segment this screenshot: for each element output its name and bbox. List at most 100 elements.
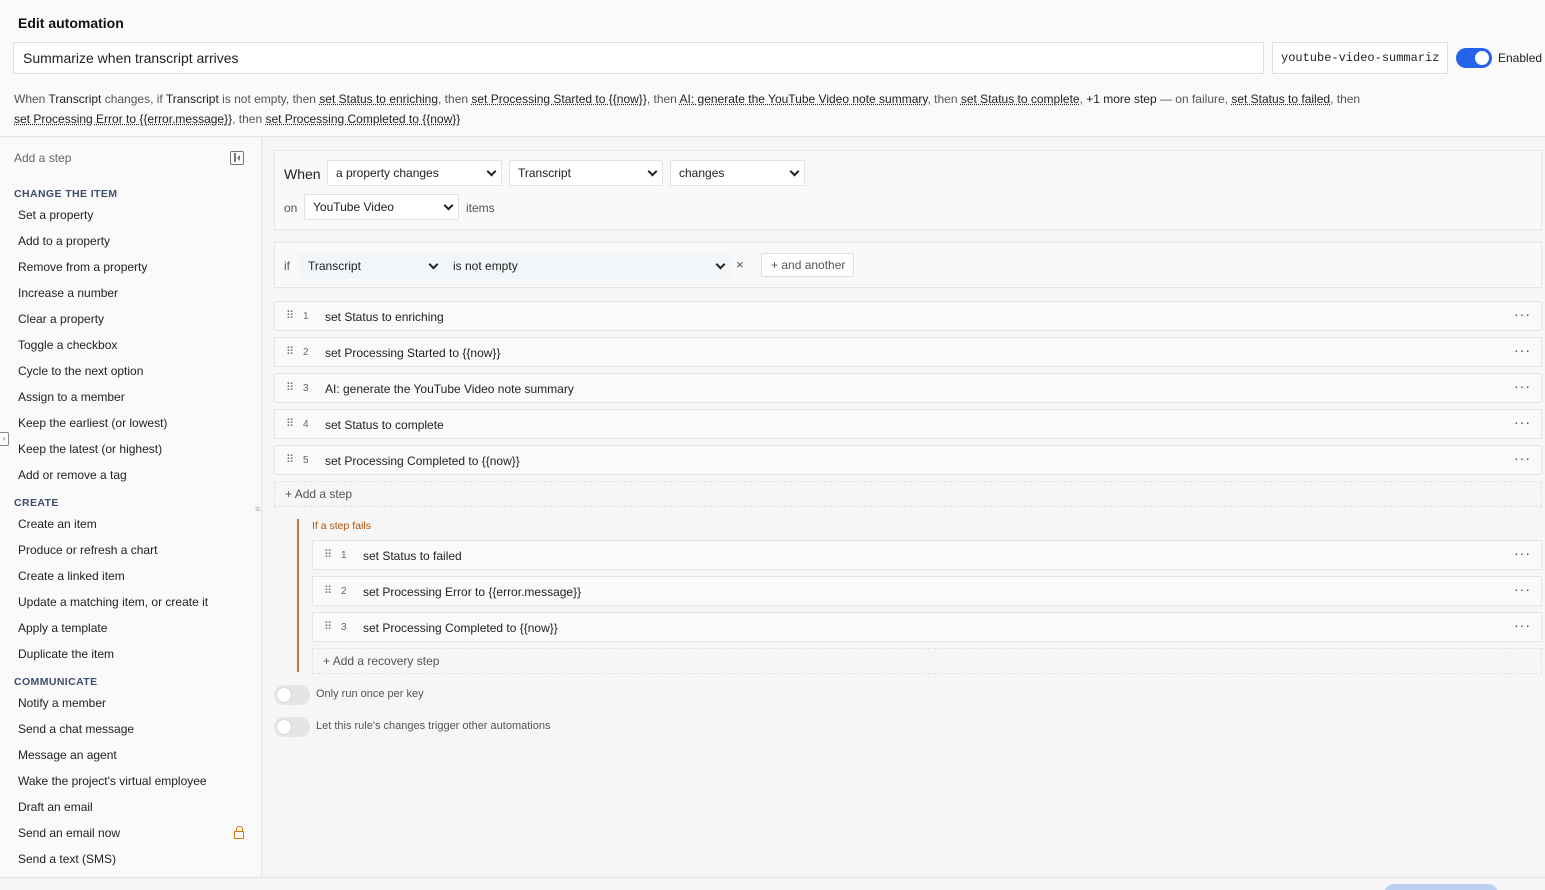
header: Edit automation Summarize when transcrip… (0, 0, 1545, 137)
summary-failure-link[interactable]: set Status to failed (1231, 92, 1330, 106)
summary-failure-link[interactable]: set Processing Completed to {{now}} (265, 112, 460, 126)
run-once-toggle[interactable] (274, 685, 310, 705)
palette-item[interactable]: Send an email now (18, 826, 120, 840)
step-text: AI: generate the YouTube Video note summ… (325, 382, 574, 396)
summary-failure-link[interactable]: set Processing Error to {{error.message}… (14, 112, 232, 126)
palette-item[interactable]: Duplicate the item (18, 647, 114, 661)
step-text: set Processing Completed to {{now}} (363, 621, 558, 635)
more-options-icon[interactable]: ··· (1514, 378, 1531, 394)
drag-handle-icon[interactable]: ⠿ (286, 454, 294, 466)
palette-item[interactable]: Clear a property (18, 312, 104, 326)
palette-item[interactable]: Apply a template (18, 621, 107, 635)
more-options-icon[interactable]: ··· (1514, 414, 1531, 430)
collection-select[interactable]: YouTube Video (304, 194, 459, 220)
palette-item[interactable]: Update a matching item, or create it (18, 595, 208, 609)
drag-handle-icon[interactable]: ⠿ (286, 346, 294, 358)
section-heading-change: CHANGE THE ITEM (14, 188, 118, 200)
automation-name-input[interactable]: Summarize when transcript arrives (13, 42, 1264, 74)
failure-branch-line (297, 519, 299, 672)
recovery-step-row[interactable]: ⠿ 2 set Processing Error to {{error.messag… (312, 576, 1542, 606)
step-number: 5 (303, 455, 309, 466)
add-step-label: Add a step (294, 487, 353, 501)
plus-icon: + (285, 487, 293, 501)
more-options-icon[interactable]: ··· (1514, 581, 1531, 597)
palette-item[interactable]: Cycle to the next option (18, 364, 143, 378)
add-step-button[interactable]: + Add a step (274, 481, 1542, 507)
automation-key-input[interactable]: youtube-video-summariz (1272, 42, 1448, 74)
palette-item[interactable]: Add to a property (18, 234, 110, 248)
drag-handle-icon[interactable]: ⠿ (324, 549, 332, 561)
palette-item[interactable]: Notify a member (18, 696, 106, 710)
trigger-section: When a property changes Transcript chang… (274, 150, 1542, 230)
chevron-down-icon (647, 166, 658, 177)
palette-item[interactable]: Create an item (18, 517, 97, 531)
add-condition-button[interactable]: + and another (761, 253, 855, 277)
chevron-down-icon (715, 259, 726, 270)
palette-item[interactable]: Draft an email (18, 800, 93, 814)
drag-handle-icon[interactable]: ⠿ (324, 585, 332, 597)
add-recovery-step-button[interactable]: + Add a recovery step (312, 648, 1542, 674)
trigger-others-label: Let this rule's changes trigger other au… (316, 720, 551, 732)
trigger-property-select[interactable]: Transcript (509, 160, 663, 186)
palette-item[interactable]: Assign to a member (18, 390, 125, 404)
step-row[interactable]: ⠿ 4 set Status to complete ··· (274, 409, 1542, 439)
run-once-label: Only run once per key (316, 688, 424, 700)
more-options-icon[interactable]: ··· (1514, 617, 1531, 633)
if-label: if (284, 259, 290, 273)
step-row[interactable]: ⠿ 5 set Processing Completed to {{now}} ··· (274, 445, 1542, 475)
step-row[interactable]: ⠿ 2 set Processing Started to {{now}} ··· (274, 337, 1542, 367)
step-number: 1 (303, 311, 309, 322)
enabled-toggle[interactable] (1456, 48, 1492, 68)
summary-step-link[interactable]: set Status to complete (961, 92, 1080, 106)
toggle-knob (277, 688, 291, 702)
summary-step-link[interactable]: AI: generate the YouTube Video note summ… (680, 92, 928, 106)
palette-item[interactable]: Produce or refresh a chart (18, 543, 157, 557)
palette-item[interactable]: Keep the latest (or highest) (18, 442, 162, 456)
trigger-event-select[interactable]: a property changes (327, 160, 502, 186)
condition-operator-select[interactable]: is not empty (444, 253, 731, 279)
palette-item[interactable]: Set a property (18, 208, 93, 222)
expand-panel-icon[interactable]: › (0, 432, 9, 446)
resize-handle-icon[interactable]: ≡ (255, 504, 260, 514)
more-options-icon[interactable]: ··· (1514, 342, 1531, 358)
palette-item[interactable]: Add or remove a tag (18, 468, 127, 482)
drag-handle-icon[interactable]: ⠿ (324, 621, 332, 633)
step-number: 3 (303, 383, 309, 394)
palette-item[interactable]: Message an agent (18, 748, 117, 762)
palette-item[interactable]: Create a linked item (18, 569, 125, 583)
recovery-step-row[interactable]: ⠿ 3 set Processing Completed to {{now}} ··· (312, 612, 1542, 642)
drag-handle-icon[interactable]: ⠿ (286, 382, 294, 394)
step-row[interactable]: ⠿ 3 AI: generate the YouTube Video note su… (274, 373, 1542, 403)
recovery-step-row[interactable]: ⠿ 1 set Status to failed ··· (312, 540, 1542, 570)
remove-condition-icon[interactable]: × (736, 257, 744, 272)
step-text: set Processing Started to {{now}} (325, 346, 501, 360)
more-options-icon[interactable]: ··· (1514, 450, 1531, 466)
summary-trigger-property: Transcript (48, 92, 102, 106)
step-text: set Status to complete (325, 418, 444, 432)
palette-item[interactable]: Remove from a property (18, 260, 147, 274)
section-heading-communicate: COMMUNICATE (14, 676, 98, 688)
palette-item[interactable]: Send a text (SMS) (18, 852, 116, 866)
save-button[interactable] (1384, 884, 1498, 890)
step-text: set Status to enriching (325, 310, 444, 324)
drag-handle-icon[interactable]: ⠿ (286, 310, 294, 322)
summary-step-link[interactable]: set Processing Started to {{now}} (471, 92, 646, 106)
trigger-change-value: changes (679, 166, 725, 180)
chevron-down-icon (443, 200, 454, 211)
more-options-icon[interactable]: ··· (1514, 306, 1531, 322)
step-row[interactable]: ⠿ 1 set Status to enriching ··· (274, 301, 1542, 331)
collapse-sidebar-icon[interactable] (230, 151, 244, 165)
trigger-others-toggle[interactable] (274, 717, 310, 737)
condition-property-select[interactable]: Transcript (299, 253, 444, 279)
condition-operator-value: is not empty (453, 259, 518, 273)
palette-item[interactable]: Increase a number (18, 286, 118, 300)
palette-item[interactable]: Toggle a checkbox (18, 338, 117, 352)
trigger-change-select[interactable]: changes (670, 160, 805, 186)
when-label: When (284, 166, 321, 182)
palette-item[interactable]: Keep the earliest (or lowest) (18, 416, 167, 430)
more-options-icon[interactable]: ··· (1514, 545, 1531, 561)
drag-handle-icon[interactable]: ⠿ (286, 418, 294, 430)
palette-item[interactable]: Wake the project's virtual employee (18, 774, 207, 788)
summary-step-link[interactable]: set Status to enriching (319, 92, 438, 106)
palette-item[interactable]: Send a chat message (18, 722, 134, 736)
